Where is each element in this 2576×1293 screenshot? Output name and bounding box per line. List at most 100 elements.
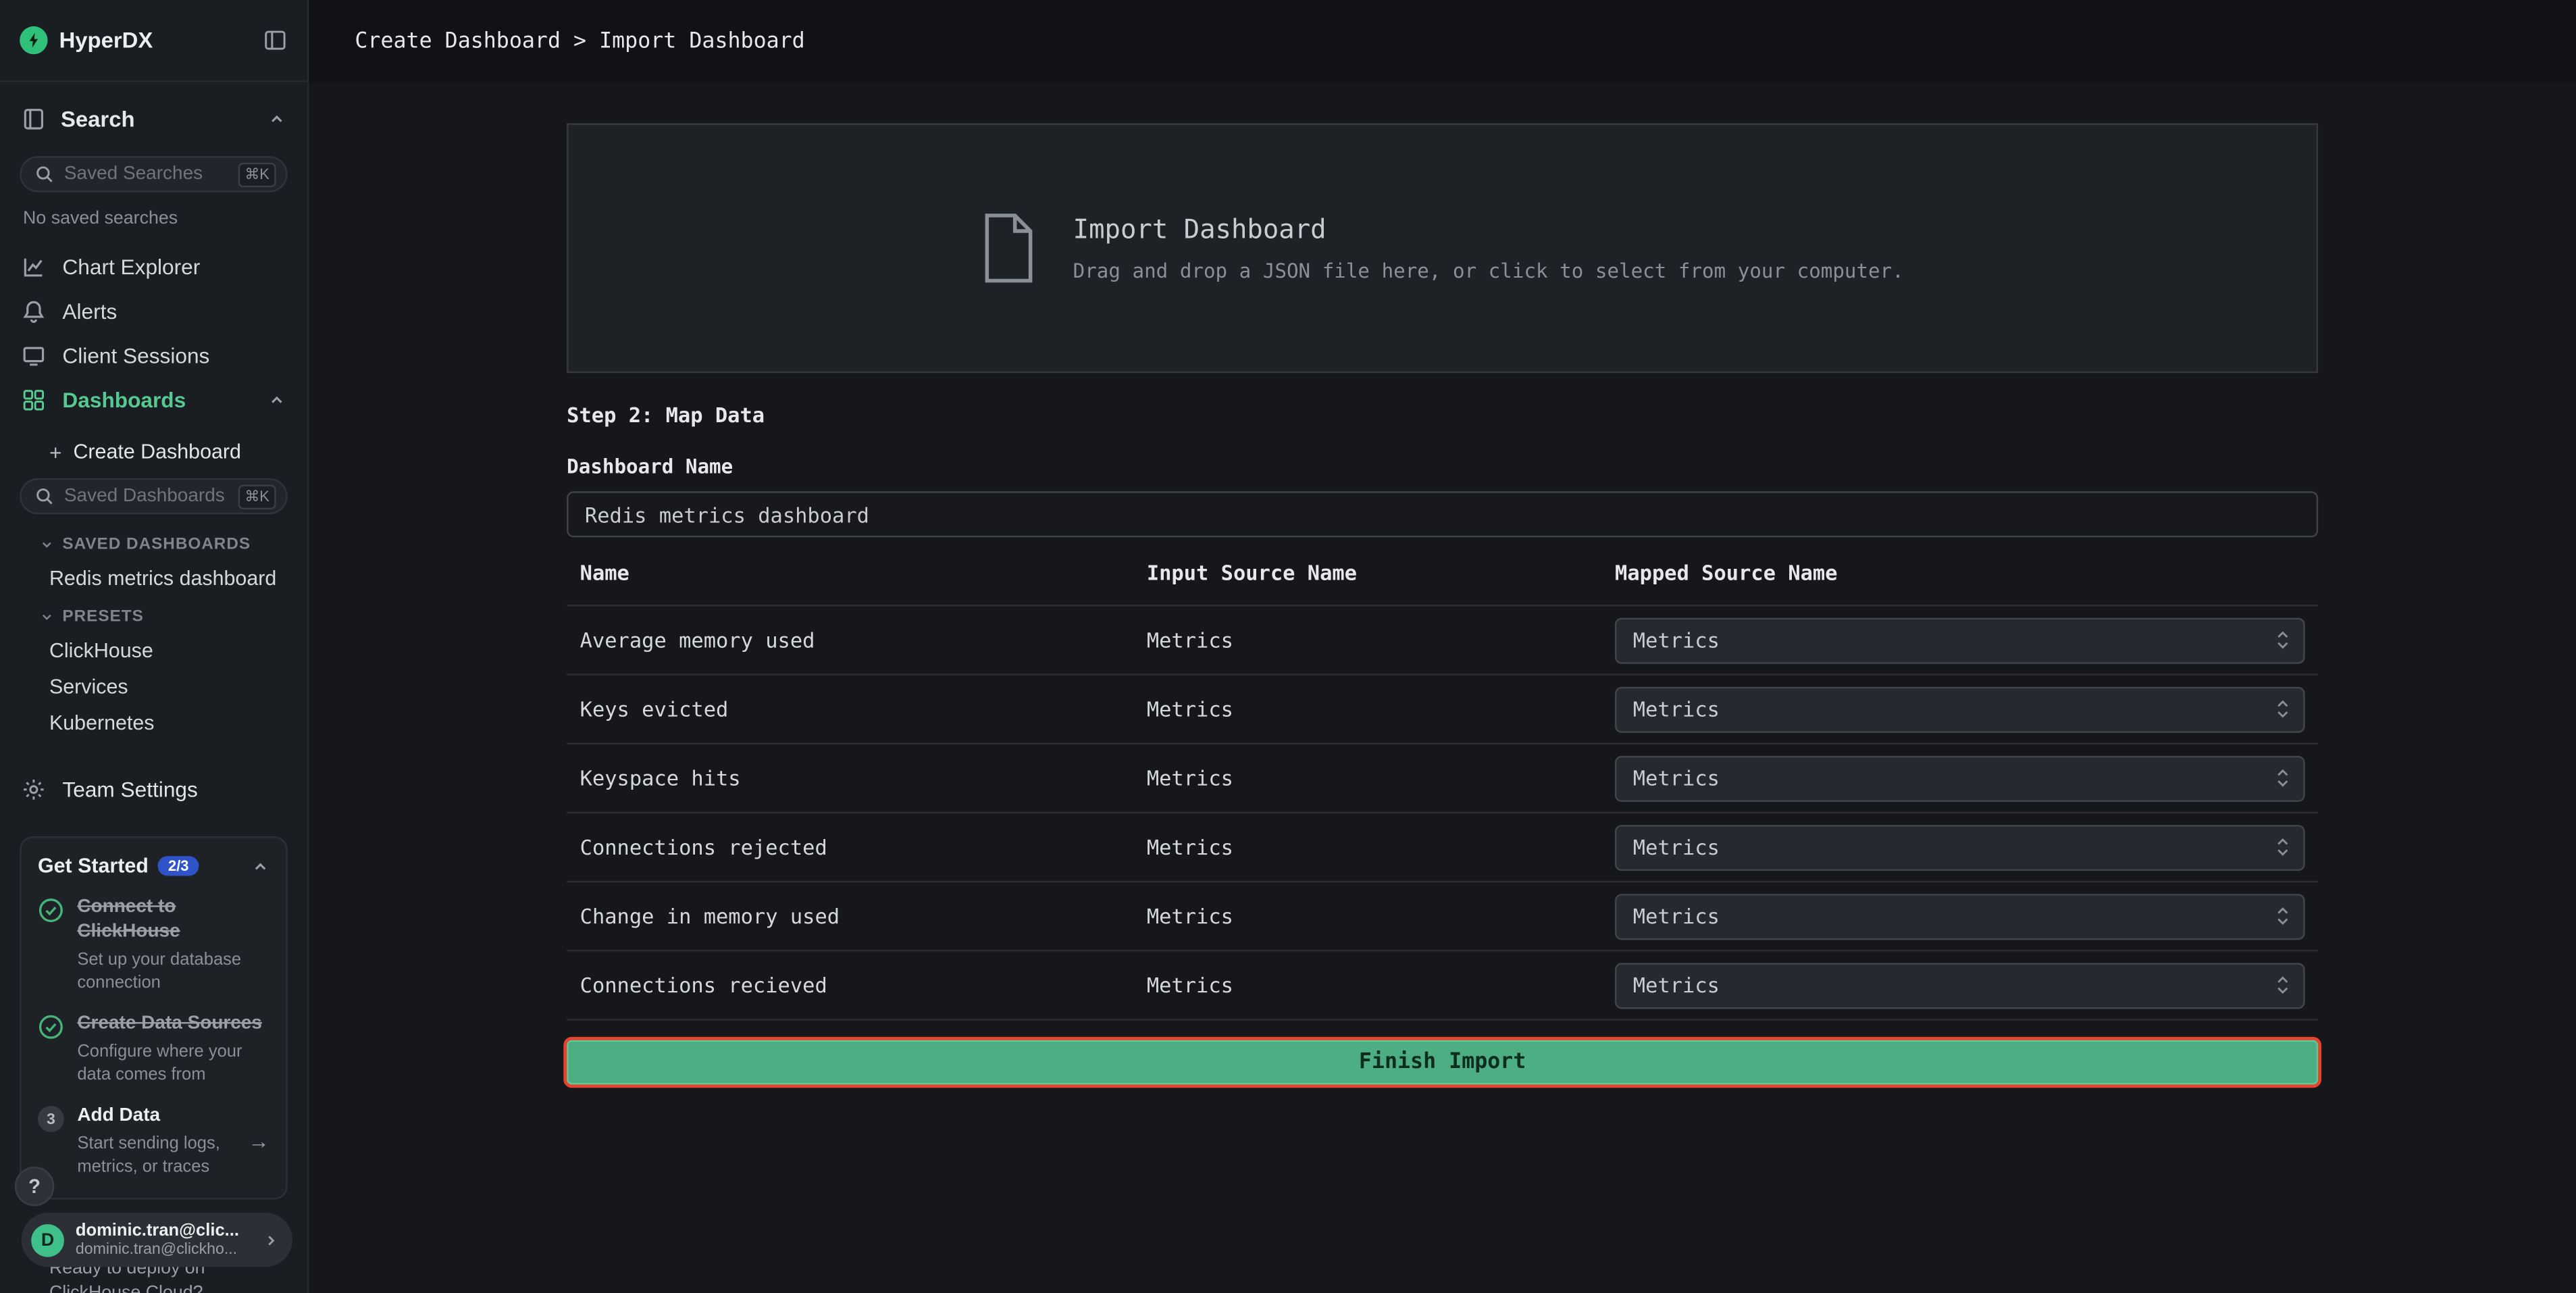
row-name: Average memory used: [580, 628, 1147, 652]
table-row: Change in memory used Metrics Metrics: [567, 882, 2318, 951]
sidebar-item-preset-kubernetes[interactable]: Kubernetes: [0, 705, 307, 741]
select-value: Metrics: [1633, 835, 1720, 859]
breadcrumb: Create Dashboard > Import Dashboard: [355, 29, 804, 53]
row-name: Change in memory used: [580, 904, 1147, 928]
row-input-source: Metrics: [1147, 973, 1615, 997]
sidebar-item-client-sessions[interactable]: Client Sessions: [0, 334, 307, 378]
select-value: Metrics: [1633, 696, 1720, 721]
chevron-right-icon: [263, 1232, 279, 1248]
chevron-updown-icon: [2275, 973, 2290, 997]
dashboard-name-input[interactable]: [567, 491, 2318, 537]
progress-badge: 2/3: [158, 856, 199, 876]
chevron-updown-icon: [2275, 904, 2290, 928]
chevron-up-icon: [267, 391, 286, 409]
row-input-source: Metrics: [1147, 696, 1615, 721]
app-title: HyperDX: [59, 28, 153, 52]
row-input-source: Metrics: [1147, 835, 1615, 859]
check-circle-icon: [38, 897, 64, 923]
chevron-down-icon: [39, 537, 54, 552]
search-section-icon: [22, 106, 46, 130]
user-email: dominic.tran@clickho...: [76, 1240, 251, 1259]
dropzone-title: Import Dashboard: [1073, 213, 1904, 245]
mapped-source-select[interactable]: Metrics: [1615, 686, 2305, 732]
chevron-updown-icon: [2275, 696, 2290, 721]
table-row: Connections recieved Metrics Metrics: [567, 951, 2318, 1020]
mapped-source-select[interactable]: Metrics: [1615, 755, 2305, 801]
create-dashboard-button[interactable]: + Create Dashboard: [0, 427, 307, 476]
hyperdx-logo-icon: [20, 26, 47, 54]
step-title: Create Data Sources: [77, 1012, 269, 1036]
table-row: Keyspace hits Metrics Metrics: [567, 744, 2318, 813]
plus-icon: +: [49, 440, 61, 464]
row-name: Connections rejected: [580, 835, 1147, 859]
get-started-step-sources[interactable]: Create Data Sources Configure where your…: [38, 1012, 269, 1086]
column-header-name: Name: [580, 560, 1147, 584]
shortcut-badge: ⌘K: [238, 484, 276, 508]
no-saved-searches-text: No saved searches: [0, 202, 307, 245]
file-icon: [981, 212, 1037, 284]
row-name: Connections recieved: [580, 973, 1147, 997]
table-row: Keys evicted Metrics Metrics: [567, 676, 2318, 744]
chevron-down-icon: [39, 609, 54, 624]
row-input-source: Metrics: [1147, 628, 1615, 652]
gear-icon: [22, 778, 46, 802]
chevron-up-icon: [267, 109, 286, 128]
select-value: Metrics: [1633, 973, 1720, 997]
map-table-header: Name Input Source Name Mapped Source Nam…: [567, 537, 2318, 606]
step-subtitle: Configure where your data comes from: [77, 1040, 269, 1086]
import-dropzone[interactable]: Import Dashboard Drag and drop a JSON fi…: [567, 123, 2318, 373]
create-dashboard-label: Create Dashboard: [73, 440, 240, 463]
step-subtitle: Set up your database connection: [77, 948, 269, 994]
search-section-label: Search: [61, 106, 135, 130]
mapped-source-select[interactable]: Metrics: [1615, 824, 2305, 870]
chevron-up-icon: [251, 857, 269, 875]
avatar: D: [31, 1223, 64, 1257]
group-header-label: PRESETS: [62, 608, 143, 626]
column-header-mapped-source: Mapped Source Name: [1615, 560, 2305, 584]
row-input-source: Metrics: [1147, 765, 1615, 790]
row-input-source: Metrics: [1147, 904, 1615, 928]
dropzone-subtitle: Drag and drop a JSON file here, or click…: [1073, 259, 1904, 282]
main-content: Import Dashboard Drag and drop a JSON fi…: [309, 82, 2576, 1293]
get-started-step-add-data[interactable]: 3 Add Data Start sending logs, metrics, …: [38, 1105, 269, 1178]
magnifier-icon: [34, 486, 54, 506]
help-button[interactable]: ?: [15, 1167, 54, 1206]
sidebar-item-label: Dashboards: [62, 388, 186, 412]
sidebar-item-alerts[interactable]: Alerts: [0, 289, 307, 334]
sidebar-item-preset-clickhouse[interactable]: ClickHouse: [0, 632, 307, 669]
step-heading: Step 2: Map Data: [567, 403, 2318, 427]
select-value: Metrics: [1633, 628, 1720, 652]
team-settings-label: Team Settings: [62, 778, 197, 802]
dashboard-name-label: Dashboard Name: [567, 455, 2318, 478]
collapse-sidebar-icon[interactable]: [263, 28, 287, 52]
mapped-source-select[interactable]: Metrics: [1615, 962, 2305, 1008]
presets-group-header[interactable]: PRESETS: [0, 597, 307, 633]
arrow-right-icon[interactable]: →: [248, 1129, 269, 1153]
mapped-source-select[interactable]: Metrics: [1615, 893, 2305, 939]
sidebar-section-search[interactable]: Search: [0, 82, 307, 155]
step-title: Add Data: [77, 1105, 235, 1129]
shortcut-badge: ⌘K: [238, 162, 276, 186]
promo-line: ClickHouse Cloud?: [49, 1282, 205, 1293]
chevron-updown-icon: [2275, 835, 2290, 859]
sidebar-item-preset-services[interactable]: Services: [0, 669, 307, 705]
saved-dashboards-group-header[interactable]: SAVED DASHBOARDS: [0, 524, 307, 561]
select-value: Metrics: [1633, 904, 1720, 928]
get-started-title: Get Started: [38, 855, 149, 878]
mapped-source-select[interactable]: Metrics: [1615, 617, 2305, 663]
group-header-label: SAVED DASHBOARDS: [62, 536, 251, 554]
sidebar-item-dashboards[interactable]: Dashboards: [0, 378, 307, 422]
get-started-header[interactable]: Get Started 2/3: [38, 855, 269, 878]
sidebar-item-chart-explorer[interactable]: Chart Explorer: [0, 245, 307, 289]
get-started-step-connect[interactable]: Connect to ClickHouse Set up your databa…: [38, 896, 269, 994]
user-menu[interactable]: D dominic.tran@clic... dominic.tran@clic…: [22, 1213, 292, 1267]
sidebar-item-label: Alerts: [62, 299, 117, 324]
step-subtitle: Start sending logs, metrics, or traces: [77, 1132, 235, 1178]
user-name: dominic.tran@clic...: [76, 1221, 251, 1240]
sidebar-item-team-settings[interactable]: Team Settings: [0, 767, 307, 812]
sidebar-item-redis-dashboard[interactable]: Redis metrics dashboard: [0, 560, 307, 597]
row-name: Keys evicted: [580, 696, 1147, 721]
saved-dashboards-input[interactable]: Saved Dashboards ⌘K: [20, 478, 287, 515]
saved-searches-input[interactable]: Saved Searches ⌘K: [20, 156, 287, 193]
finish-import-button[interactable]: Finish Import: [567, 1040, 2318, 1085]
